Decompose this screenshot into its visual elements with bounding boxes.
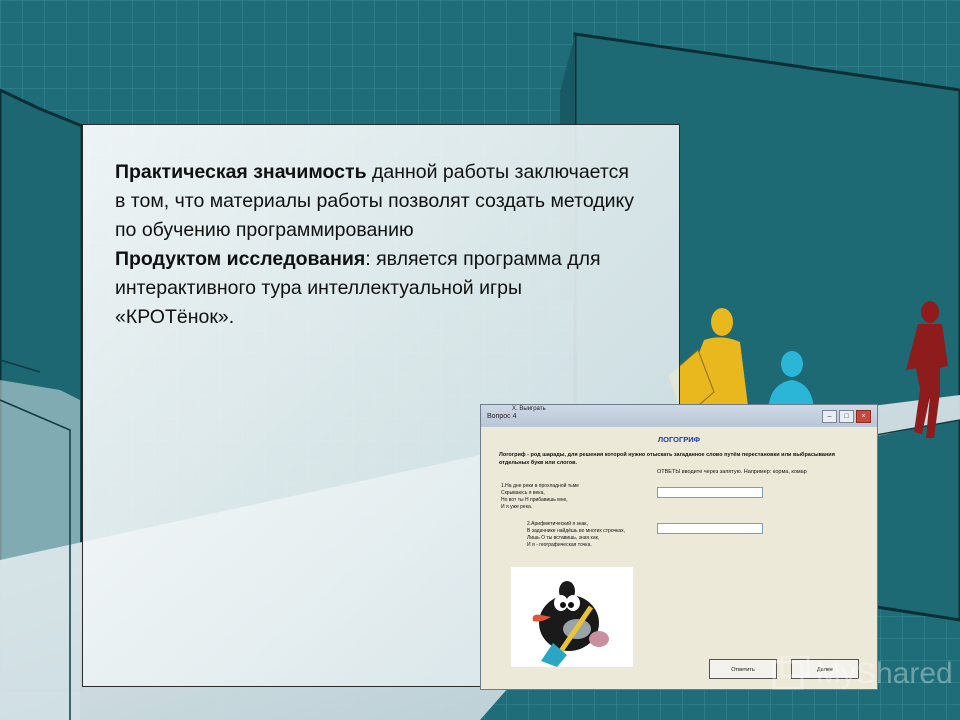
riddle-2: 2.Арифметический я знак, В задачнике най… <box>527 521 626 548</box>
significance-paragraph: Практическая значимость данной работы за… <box>115 158 635 245</box>
slide-text: Практическая значимость данной работы за… <box>115 158 635 332</box>
watermark-logo-icon <box>772 656 810 690</box>
answer-hint: ОТВЕТЫ вводите через запятую. Например: … <box>657 469 807 475</box>
logogriph-heading: ЛОГОГРИФ <box>657 435 701 444</box>
riddle-1: 1.На дне реки в прохладной тьме Скрываюс… <box>501 483 579 510</box>
minimize-button[interactable]: – <box>822 409 837 423</box>
product-paragraph: Продуктом исследования: является програм… <box>115 245 635 332</box>
watermark: MyShared <box>772 654 953 694</box>
background-window-title: Х. Выиграть <box>512 406 546 412</box>
mole-image <box>511 567 633 667</box>
watermark-text: MyShared <box>816 657 953 690</box>
logogriph-description: Логогриф - род шарады, для решения котор… <box>499 452 835 466</box>
answer-button[interactable]: Ответить <box>709 659 777 679</box>
mole-icon <box>532 581 609 667</box>
program-screenshot: Вопрос 4 – □ × ЛОГОГРИФ Логогриф - род ш… <box>480 404 878 690</box>
red-figure-icon <box>906 301 948 438</box>
maximize-button[interactable]: □ <box>839 409 854 423</box>
significance-heading: Практическая значимость <box>115 161 367 183</box>
close-button[interactable]: × <box>856 409 871 423</box>
answer-field-2[interactable] <box>657 523 763 534</box>
answer-field-1[interactable] <box>657 487 763 498</box>
product-heading: Продуктом исследования <box>115 248 366 270</box>
window-client: ЛОГОГРИФ Логогриф - род шарады, для реше… <box>481 427 877 689</box>
